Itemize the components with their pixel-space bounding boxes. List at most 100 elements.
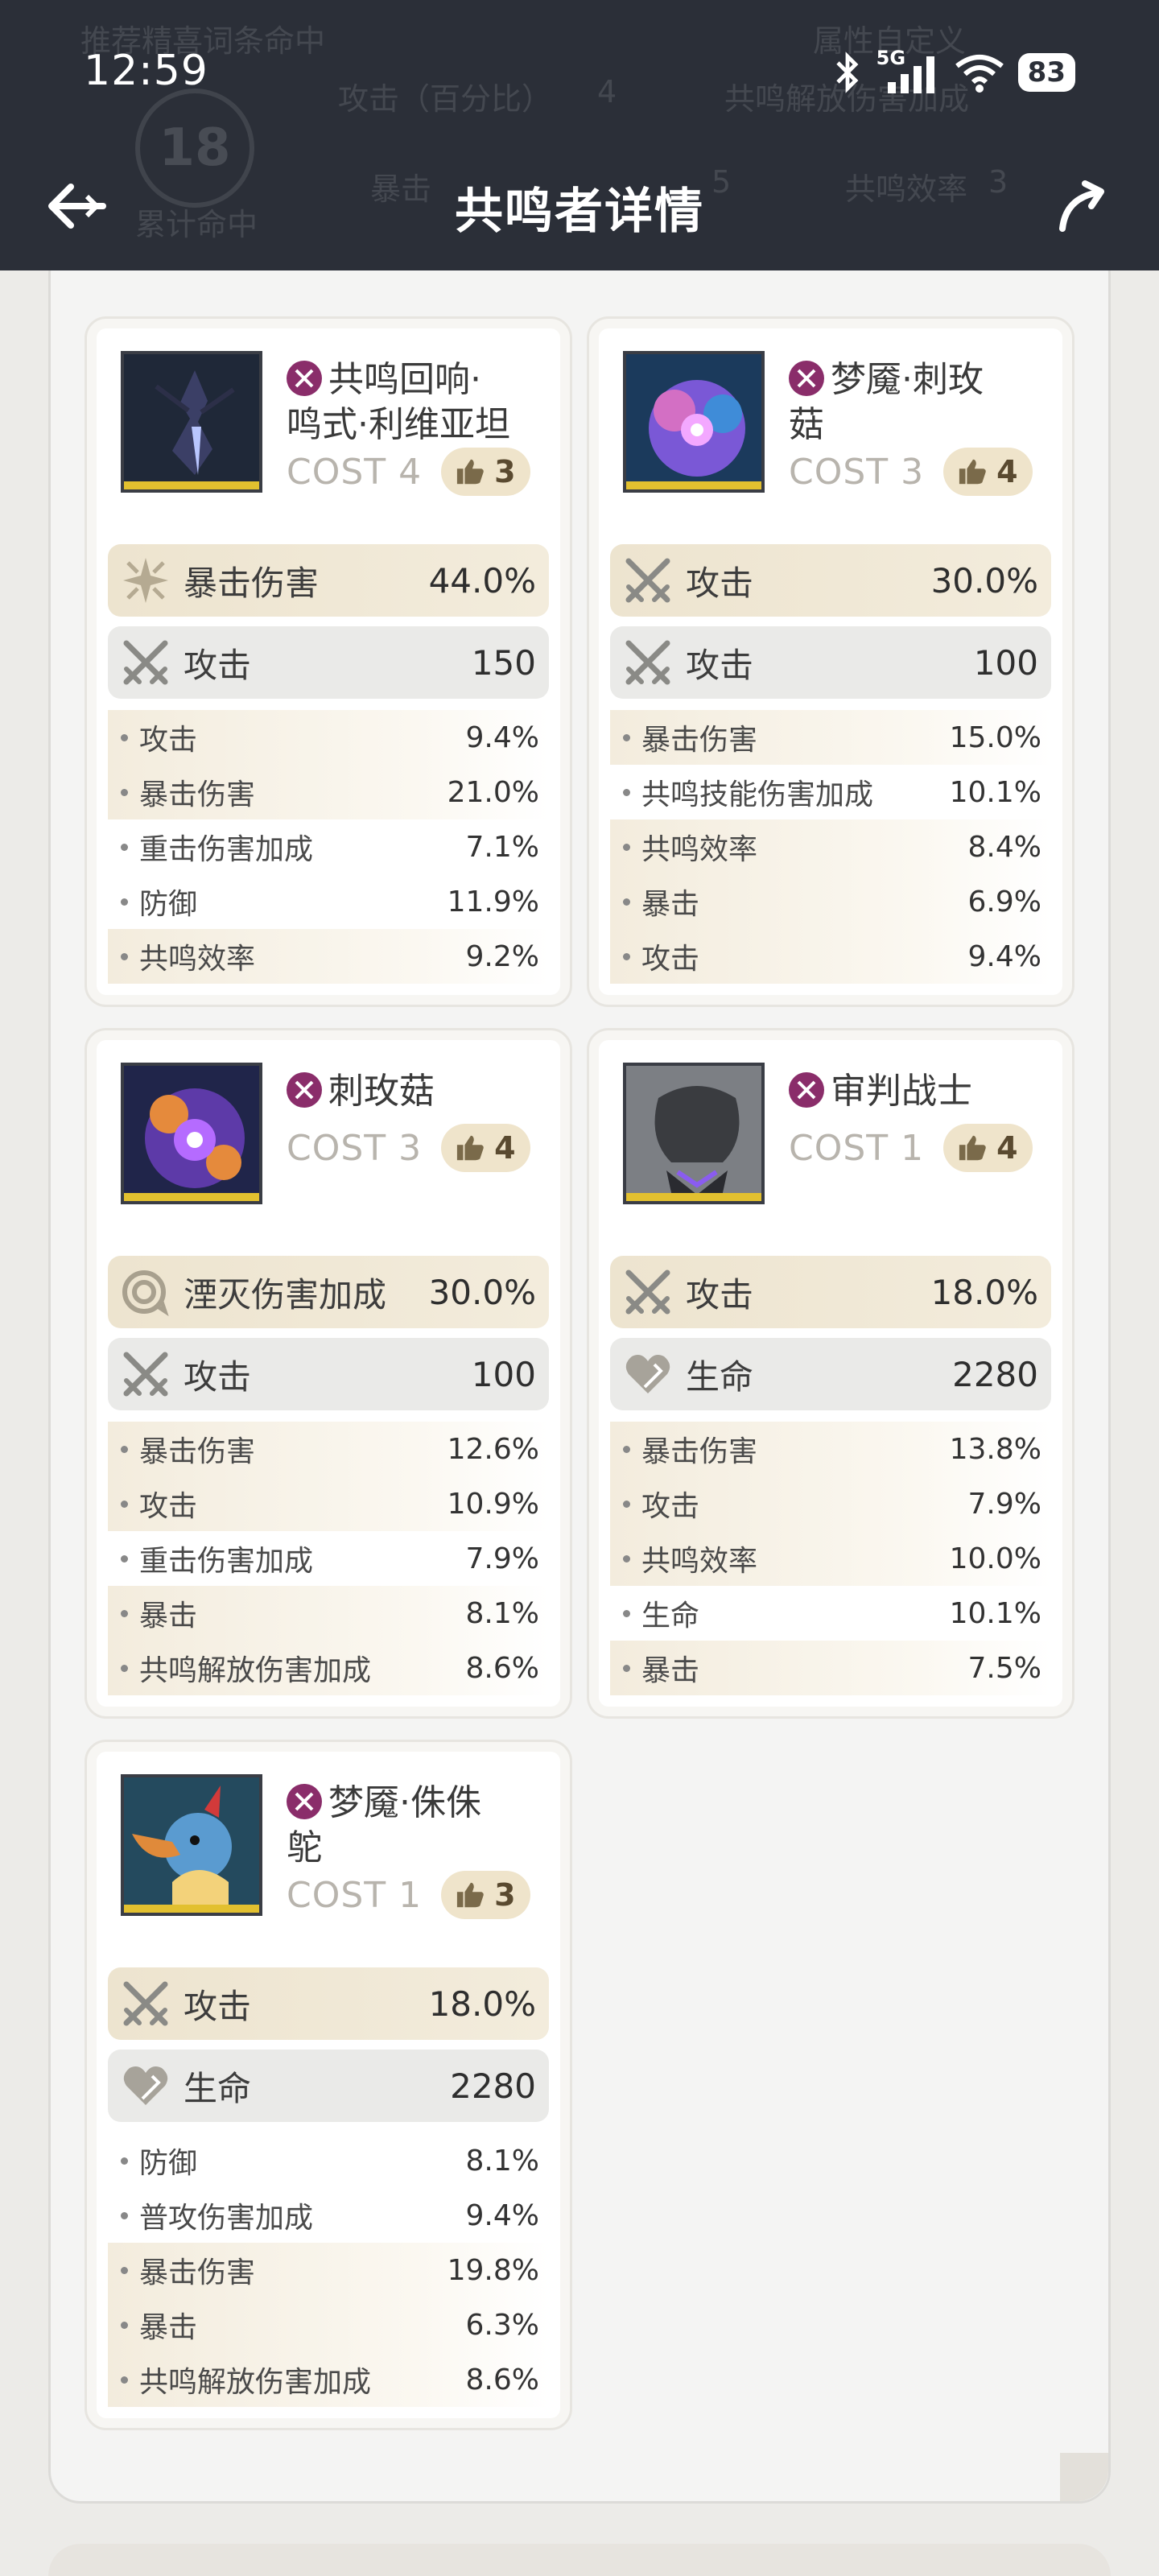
sub-stat-value: 10.9% xyxy=(447,1487,539,1521)
next-panel xyxy=(48,2544,1111,2576)
bullet-dot xyxy=(623,1664,630,1672)
bullet-dot xyxy=(121,1609,128,1617)
sub-stat-value: 9.4% xyxy=(967,939,1041,973)
like-count: 3 xyxy=(494,454,516,489)
main-stat: 生命 2280 xyxy=(108,2050,549,2122)
sub-stat-row: 共鸣技能伤害加成 10.1% xyxy=(610,765,1051,819)
like-badge[interactable]: 4 xyxy=(943,448,1033,496)
like-badge[interactable]: 4 xyxy=(441,1124,530,1172)
element-icon xyxy=(789,1072,824,1108)
thumbs-up-icon xyxy=(457,1882,484,1908)
bullet-dot xyxy=(121,2211,128,2219)
sub-stat-value: 19.8% xyxy=(447,2253,539,2287)
sub-stat-label: 攻击 xyxy=(139,1490,198,1523)
element-icon xyxy=(789,361,824,396)
sub-stat-value: 10.0% xyxy=(949,1542,1041,1575)
cost-row: COST 3 4 xyxy=(789,448,1033,496)
echo-name: 鸵 xyxy=(287,1827,322,1868)
share-button[interactable] xyxy=(1043,167,1120,245)
main-stat-value: 18.0% xyxy=(930,1272,1038,1312)
main-stat-label: 生命 xyxy=(686,1356,754,1397)
panel-corner xyxy=(1060,2453,1108,2501)
sub-stat-value: 7.9% xyxy=(967,1487,1041,1521)
cost-row: COST 4 3 xyxy=(287,448,530,496)
bullet-dot xyxy=(121,2266,128,2274)
sub-stat-list: 暴击伤害 13.8% 攻击 7.9% 共鸣效率 10.0% 生命 10.1% 暴击 7.5% xyxy=(610,1422,1051,1695)
main-stat: 攻击 150 xyxy=(108,626,549,699)
echo-name: 刺玫菇 xyxy=(328,1071,435,1112)
sub-stat-label: 攻击 xyxy=(641,1490,700,1523)
echo-header: 梦魇·刺玫菇 COST 34 xyxy=(604,341,1058,502)
attack-icon xyxy=(620,634,676,691)
status-icons: 5G 83 xyxy=(831,47,1075,98)
sub-stat-row: 共鸣效率 8.4% xyxy=(610,819,1051,874)
echo-card[interactable]: 梦魇·侏侏鸵 COST 1 3 攻击 18.0% 生命 2280 防御 8.1% 普攻伤害加成 9.… xyxy=(85,1740,572,2430)
echo-card[interactable]: 梦魇·刺玫菇 COST 3 4 攻击 30.0% 攻击 100 暴击伤害 15.0% 共鸣技能伤害… xyxy=(587,316,1074,1007)
sub-stat-value: 15.0% xyxy=(949,720,1041,754)
sub-stat-list: 暴击伤害 12.6% 攻击 10.9% 重击伤害加成 7.9% 暴击 8.1% 共鸣解放伤害加成… xyxy=(108,1422,549,1695)
sub-stat-list: 攻击 9.4% 暴击伤害 21.0% 重击伤害加成 7.1% 防御 11.9% 共鸣效率 9.2% xyxy=(108,710,549,984)
cost-row: COST 3 4 xyxy=(287,1124,530,1172)
sub-stat-value: 7.5% xyxy=(967,1651,1041,1685)
like-badge[interactable]: 3 xyxy=(441,448,530,496)
sub-stat-label: 防御 xyxy=(139,888,198,921)
main-stat-value: 44.0% xyxy=(428,560,536,601)
echo-card[interactable]: 审判战士 COST 1 4 攻击 18.0% 生命 2280 暴击伤害 13.8% 攻击 7.9% 共… xyxy=(587,1028,1074,1719)
sub-stat-value: 10.1% xyxy=(949,1596,1041,1630)
echo-card[interactable]: 刺玫菇 COST 3 4 湮灭伤害加成 30.0% 攻击 100 暴击伤害 12.6% 攻击 10.… xyxy=(85,1028,572,1719)
sub-stat-label: 重击伤害加成 xyxy=(139,1545,314,1578)
sub-stat-label: 共鸣效率 xyxy=(139,943,256,976)
like-badge[interactable]: 4 xyxy=(943,1124,1033,1172)
bullet-dot xyxy=(623,898,630,906)
echo-header: 审判战士 COST 1 4 xyxy=(604,1053,1058,1214)
sub-stat-row: 防御 11.9% xyxy=(108,874,549,929)
bullet-dot xyxy=(121,733,128,741)
background-text: 攻击（百分比） xyxy=(338,81,553,117)
bluetooth-icon xyxy=(835,52,859,93)
main-stat: 攻击 18.0% xyxy=(610,1256,1051,1328)
signal-icon: 5G xyxy=(876,47,941,93)
sub-stat-row: 暴击伤害 21.0% xyxy=(108,765,549,819)
sub-stat-row: 生命 10.1% xyxy=(610,1586,1051,1641)
sub-stat-value: 8.1% xyxy=(465,2144,539,2178)
main-stat-label: 攻击 xyxy=(184,1986,252,2026)
main-stat-value: 30.0% xyxy=(930,560,1038,601)
sub-stat-list: 防御 8.1% 普攻伤害加成 9.4% 暴击伤害 19.8% 暴击 6.3% 共鸣解放伤害加成 8… xyxy=(108,2133,549,2407)
echo-header: 梦魇·侏侏鸵 COST 13 xyxy=(101,1765,555,1926)
like-badge[interactable]: 3 xyxy=(441,1871,530,1919)
echo-cost: COST 3 xyxy=(287,1127,423,1169)
battery-indicator: 83 xyxy=(1017,53,1075,92)
hp-icon xyxy=(620,1346,676,1402)
sub-stat-value: 12.6% xyxy=(447,1432,539,1466)
echo-name: 梦魇·刺玫 xyxy=(831,359,984,400)
main-stat: 攻击 30.0% xyxy=(610,544,1051,617)
echo-cost: COST 4 xyxy=(287,451,423,493)
sub-stat-value: 13.8% xyxy=(949,1432,1041,1466)
main-stat: 攻击 100 xyxy=(108,1338,549,1410)
sub-stat-label: 暴击伤害 xyxy=(641,724,758,757)
bullet-dot xyxy=(623,1609,630,1617)
sub-stat-label: 普攻伤害加成 xyxy=(139,2202,314,2235)
main-stat-value: 150 xyxy=(471,642,536,683)
attack-icon xyxy=(118,634,174,691)
sub-stat-row: 防御 8.1% xyxy=(108,2133,549,2188)
sub-stat-row: 普攻伤害加成 9.4% xyxy=(108,2188,549,2243)
sub-stat-row: 暴击伤害 15.0% xyxy=(610,710,1051,765)
main-stat-value: 100 xyxy=(973,642,1038,683)
echo-portrait xyxy=(121,351,262,493)
main-stat-label: 生命 xyxy=(184,2068,252,2108)
sub-stat-value: 9.4% xyxy=(465,720,539,754)
sub-stat-label: 共鸣解放伤害加成 xyxy=(139,2366,372,2399)
sub-stat-row: 攻击 7.9% xyxy=(610,1476,1051,1531)
sub-stat-label: 共鸣技能伤害加成 xyxy=(641,778,874,811)
echo-card[interactable]: 共鸣回响· 鸣式·利维亚坦 COST 4 3 暴击伤害 44.0% 攻击 150 攻击 9.4% 暴… xyxy=(85,316,572,1007)
sub-stat-value: 6.9% xyxy=(967,885,1041,919)
sub-stat-value: 21.0% xyxy=(447,775,539,809)
sub-stat-value: 8.6% xyxy=(465,2363,539,2396)
rarity-bar xyxy=(124,1193,259,1201)
bullet-dot xyxy=(121,1554,128,1563)
sub-stat-row: 共鸣效率 10.0% xyxy=(610,1531,1051,1586)
echo-portrait xyxy=(121,1063,262,1204)
sub-stat-row: 攻击 10.9% xyxy=(108,1476,549,1531)
attack-icon xyxy=(620,1264,676,1320)
